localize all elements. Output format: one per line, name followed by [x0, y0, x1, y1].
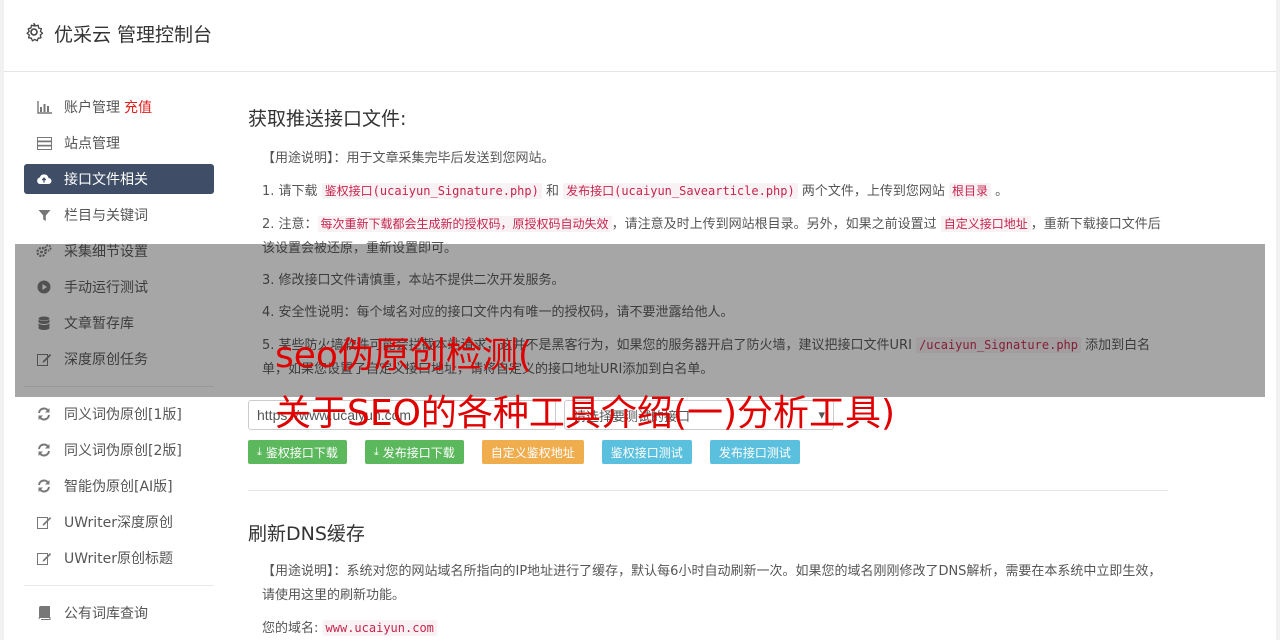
sidebar-item-label: 同义词伪原创[2版] — [64, 443, 182, 459]
custom-address-code: 自定义接口地址 — [940, 216, 1031, 232]
domain-row: 您的域名: www.ucaiyun.com — [248, 616, 1168, 640]
sidebar-item-label: 公有词库查询 — [64, 606, 148, 622]
sidebar-item-label: UWriter深度原创 — [64, 515, 173, 531]
refresh-icon — [36, 442, 52, 458]
recharge-link[interactable]: 充值 — [124, 97, 152, 117]
signature-download-button[interactable]: ⤓ 鉴权接口下载 — [248, 440, 347, 464]
sidebar-item-account[interactable]: 账户管理 充值 — [24, 92, 214, 122]
action-buttons: ⤓ 鉴权接口下载 ⤓ 发布接口下载 自定义鉴权地址 鉴权接口测试 发布接口测试 — [248, 440, 1168, 464]
publish-download-button[interactable]: ⤓ 发布接口下载 — [364, 440, 464, 464]
download-icon: ⤓ — [373, 445, 379, 458]
savearticle-download-link[interactable]: 发布接口(ucaiyun_Savearticle.php) — [563, 183, 798, 199]
sidebar-item-sites[interactable]: 站点管理 — [24, 128, 214, 158]
cloud-upload-icon — [36, 171, 52, 187]
sidebar-divider — [24, 585, 214, 586]
domain-value: www.ucaiyun.com — [322, 620, 437, 636]
publish-test-button[interactable]: 发布接口测试 — [709, 440, 800, 464]
edit-icon — [36, 550, 52, 566]
usage-text: 【用途说明】：用于文章采集完毕后发送到您网站。 — [262, 151, 555, 166]
domain-label: 您的域名: — [262, 621, 319, 636]
root-dir-code: 根目录 — [949, 183, 992, 199]
app-title: 优采云 管理控制台 — [54, 24, 213, 46]
sidebar-item-smart-ai[interactable]: 智能伪原创[AI版] — [24, 471, 214, 501]
top-header: 优采云 管理控制台 — [4, 0, 1276, 72]
server-icon — [36, 135, 52, 151]
sidebar-item-columns-keywords[interactable]: 栏目与关键词 — [24, 200, 214, 230]
book-icon — [36, 605, 52, 621]
sidebar-item-label: 账户管理 — [64, 100, 120, 116]
gear-icon — [26, 22, 44, 42]
sidebar-item-uwriter-title[interactable]: UWriter原创标题 — [24, 543, 214, 573]
sidebar-item-uwriter-deep[interactable]: UWriter深度原创 — [24, 507, 214, 537]
sidebar-item-synonym-v1[interactable]: 同义词伪原创[1版] — [24, 399, 214, 429]
sidebar-item-synonym-v2[interactable]: 同义词伪原创[2版] — [24, 435, 214, 465]
sidebar-item-interface-files[interactable]: 接口文件相关 — [24, 164, 214, 194]
filter-icon — [36, 207, 52, 223]
bar-chart-icon — [36, 99, 52, 115]
sidebar-item-label: 栏目与关键词 — [64, 208, 148, 224]
download-icon: ⤓ — [257, 445, 262, 458]
overlay-headline-2: 关于SEO的各种工具介绍(一)分析工具) — [275, 393, 896, 434]
instruction-1: 1. 请下载 鉴权接口(ucaiyun_Signature.php) 和 发布接… — [262, 183, 1009, 199]
sidebar-item-label: 站点管理 — [64, 136, 120, 152]
refresh-icon — [36, 406, 52, 422]
custom-auth-address-button[interactable]: 自定义鉴权地址 — [481, 440, 584, 464]
overlay-headline-1: seo伪原创检测( — [275, 335, 532, 376]
section-title-interface-files: 获取推送接口文件: — [248, 108, 407, 130]
dns-usage-text: 【用途说明】：系统对您的网站域名所指向的IP地址进行了缓存，默认每6小时自动刷新… — [262, 564, 1162, 603]
dark-overlay-band — [15, 244, 1265, 397]
sidebar-item-label: 同义词伪原创[1版] — [64, 407, 182, 423]
sidebar-item-label: UWriter原创标题 — [64, 551, 173, 567]
signature-test-button[interactable]: 鉴权接口测试 — [601, 440, 692, 464]
warning-code: 每次重新下载都会生成新的授权码，原授权码自动失效 — [317, 216, 612, 232]
sidebar-item-public-lexicon[interactable]: 公有词库查询 — [24, 598, 214, 628]
signature-download-link[interactable]: 鉴权接口(ucaiyun_Signature.php) — [321, 183, 542, 199]
refresh-icon — [36, 478, 52, 494]
section-title-dns: 刷新DNS缓存 — [248, 523, 365, 545]
sidebar-item-label: 智能伪原创[AI版] — [64, 479, 173, 495]
edit-icon — [36, 514, 52, 530]
sidebar-item-label: 接口文件相关 — [64, 172, 148, 188]
section-divider — [248, 490, 1168, 491]
